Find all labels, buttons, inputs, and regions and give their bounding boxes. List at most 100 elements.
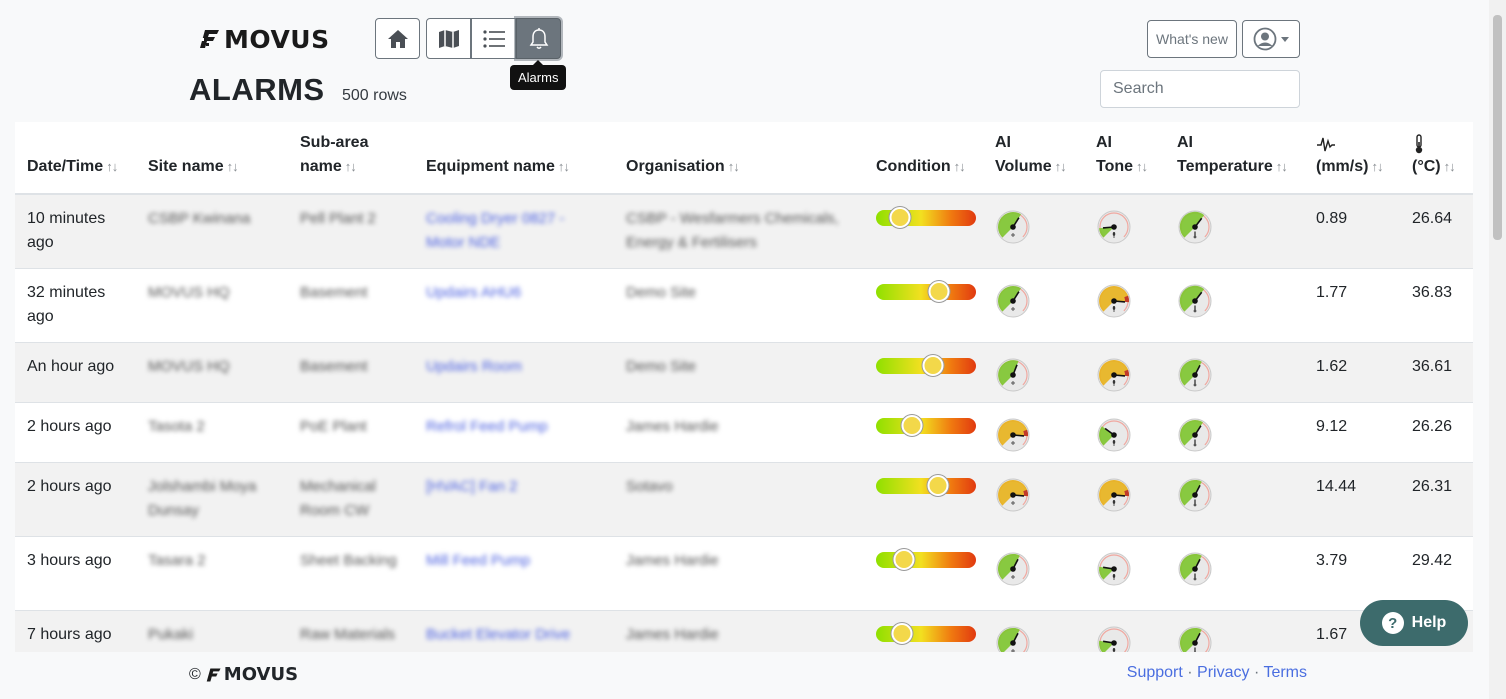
column-header-vibration[interactable]: (mm/s) ↑↓ (1304, 122, 1400, 195)
row-count: 500 rows (342, 87, 407, 104)
movus-logo-mark-icon (200, 30, 219, 48)
cell-organisation: James Hardie (614, 535, 864, 610)
sort-icon[interactable]: ↑↓ (1136, 159, 1148, 174)
table-row[interactable]: 10 minutes ago CSBP Kwinana Pell Plant 2 Co… (15, 193, 1473, 268)
condition-indicator (927, 474, 949, 496)
footer-links: Support · Privacy · Terms (1127, 664, 1307, 682)
thermometer-icon (1415, 134, 1423, 154)
cell-vibration: 1.77 (1304, 267, 1400, 342)
cell-subarea: Sheet Backing (288, 535, 414, 610)
equipment-link[interactable]: Bucket Elevator Drive (426, 626, 570, 643)
help-button[interactable]: ? Help (1360, 600, 1468, 646)
cell-temperature: 26.31 (1400, 461, 1473, 536)
main-nav (375, 18, 561, 59)
column-header-organisation[interactable]: Organisation ↑↓ (614, 122, 864, 195)
cell-condition (864, 193, 983, 268)
cell-vibration: 14.44 (1304, 461, 1400, 536)
chevron-down-icon (1281, 36, 1289, 42)
organisation-name: CSBP - Wesfarmers Chemicals, Energy & Fe… (626, 210, 839, 251)
terms-link[interactable]: Terms (1263, 664, 1307, 681)
cell-organisation: Demo Site (614, 341, 864, 402)
column-header-equipment[interactable]: Equipment name ↑↓ (414, 122, 614, 195)
movus-logo[interactable]: MOVUS (199, 24, 330, 54)
subarea-name: Mechanical Room CW (300, 477, 376, 519)
vibration-icon (1317, 137, 1335, 152)
column-header-ai-tone[interactable]: AI Tone ↑↓ (1084, 122, 1165, 195)
equipment-link[interactable]: [HVAC] Fan 2 (426, 478, 517, 495)
movus-logo-text: MOVUS (224, 24, 330, 54)
ai-temperature-gauge-icon (1178, 478, 1212, 511)
cell-ai-tone (1084, 609, 1165, 652)
equipment-link[interactable]: Updairs Room (426, 358, 522, 375)
condition-bar (876, 474, 976, 496)
column-header-temperature[interactable]: (°C) ↑↓ (1400, 122, 1473, 195)
ai-volume-gauge-icon (996, 358, 1030, 391)
cell-vibration: 9.12 (1304, 401, 1400, 462)
list-button[interactable] (471, 18, 516, 59)
sort-icon[interactable]: ↑↓ (558, 159, 570, 174)
equipment-link[interactable]: Refrol Feed Pump (426, 418, 548, 435)
page-scrollbar[interactable] (1489, 0, 1506, 699)
search-input[interactable] (1100, 70, 1300, 108)
site-name: Tasara 2 (148, 551, 206, 569)
sort-icon[interactable]: ↑↓ (954, 159, 966, 174)
alarms-table: Date/Time ↑↓ Site name ↑↓ Sub-area name ↑↓ … (15, 122, 1473, 652)
cell-temperature: 26.26 (1400, 401, 1473, 462)
column-header-ai-volume[interactable]: AI Volume ↑↓ (983, 122, 1084, 195)
condition-indicator (901, 414, 923, 436)
map-icon (438, 29, 459, 48)
ai-temperature-gauge-icon (1178, 358, 1212, 391)
sort-icon[interactable]: ↑↓ (1371, 159, 1383, 174)
cell-subarea: Pell Plant 2 (288, 193, 414, 268)
equipment-link[interactable]: Mill Feed Pump (426, 552, 530, 569)
cell-subarea: Mechanical Room CW (288, 461, 414, 536)
cell-datetime: 3 hours ago (15, 535, 136, 610)
table-row[interactable]: 32 minutes ago MOVUS HQ Basement Updairs AH… (15, 267, 1473, 342)
alarms-button[interactable] (516, 18, 561, 59)
cell-organisation: James Hardie (614, 401, 864, 462)
table-row[interactable]: An hour ago MOVUS HQ Basement Updairs Room D… (15, 341, 1473, 402)
column-header-subarea[interactable]: Sub-area name ↑↓ (288, 122, 414, 195)
home-button[interactable] (375, 18, 420, 59)
ai-volume-gauge-icon (996, 478, 1030, 511)
table-row[interactable]: 2 hours ago Tasota 2 PoE Plant Refrol Feed … (15, 401, 1473, 462)
whats-new-button[interactable]: What's new (1147, 20, 1237, 58)
cell-equipment: [HVAC] Fan 2 (414, 461, 614, 536)
column-header-ai-temperature[interactable]: AI Temperature ↑↓ (1165, 122, 1304, 195)
privacy-link[interactable]: Privacy (1197, 664, 1249, 681)
column-header-datetime[interactable]: Date/Time ↑↓ (15, 122, 136, 195)
cell-site: Tasara 2 (136, 535, 288, 610)
condition-indicator (891, 622, 913, 644)
table-row[interactable]: 3 hours ago Tasara 2 Sheet Backing Mill Fee… (15, 535, 1473, 610)
sort-icon[interactable]: ↑↓ (227, 159, 239, 174)
column-header-condition[interactable]: Condition ↑↓ (864, 122, 983, 195)
cell-ai-volume (983, 193, 1084, 268)
sort-icon[interactable]: ↑↓ (1055, 159, 1067, 174)
table-row[interactable]: 7 hours ago Pukaki Raw Materials Bucket Ele… (15, 609, 1473, 652)
page-title: ALARMS (189, 72, 325, 107)
scrollbar-thumb[interactable] (1493, 15, 1502, 240)
cell-ai-tone (1084, 341, 1165, 402)
support-link[interactable]: Support (1127, 664, 1183, 681)
map-button[interactable] (426, 18, 471, 59)
sort-icon[interactable]: ↑↓ (345, 159, 357, 174)
sort-icon[interactable]: ↑↓ (1444, 159, 1456, 174)
cell-equipment: Bucket Elevator Drive (414, 609, 614, 652)
sort-icon[interactable]: ↑↓ (728, 159, 740, 174)
equipment-link[interactable]: Cooling Dryer 0827 - Motor NDE (426, 210, 564, 251)
site-name: MOVUS HQ (148, 283, 230, 301)
column-header-site[interactable]: Site name ↑↓ (136, 122, 288, 195)
sort-icon[interactable]: ↑↓ (1276, 159, 1288, 174)
sort-icon[interactable]: ↑↓ (106, 159, 118, 174)
ai-volume-gauge-icon (996, 210, 1030, 244)
table-header-row: Date/Time ↑↓ Site name ↑↓ Sub-area name ↑↓ … (15, 122, 1473, 195)
cell-subarea: PoE Plant (288, 401, 414, 462)
question-icon: ? (1381, 612, 1404, 634)
condition-bar (876, 207, 976, 228)
condition-bar (876, 280, 976, 302)
ai-tone-gauge-icon (1097, 210, 1131, 244)
cell-datetime: 32 minutes ago (15, 267, 136, 342)
equipment-link[interactable]: Updairs AHU6 (426, 284, 521, 301)
user-menu-button[interactable] (1242, 20, 1300, 58)
table-row[interactable]: 2 hours ago Jolshambi Moya Dunsay Mechanic… (15, 461, 1473, 536)
